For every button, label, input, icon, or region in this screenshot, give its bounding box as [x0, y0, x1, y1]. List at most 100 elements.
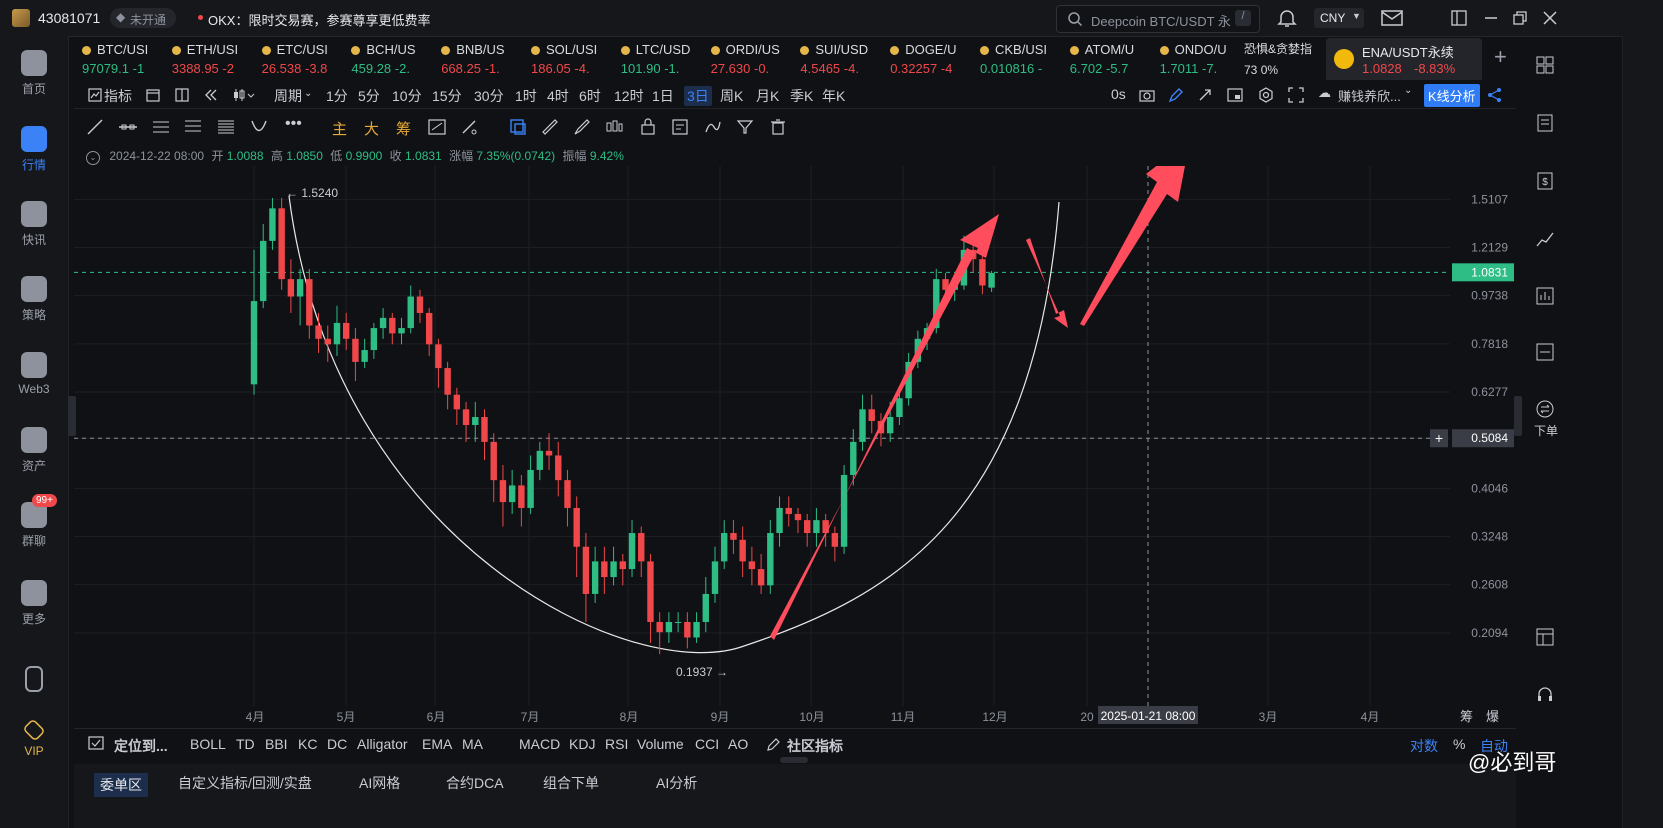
indicator-kc[interactable]: KC: [298, 736, 317, 752]
minimize-icon[interactable]: [1483, 10, 1499, 26]
timeframe-6[interactable]: 1时: [515, 86, 537, 106]
timeframe-4[interactable]: 15分: [432, 86, 462, 106]
axis-corner-button[interactable]: 筹: [1460, 709, 1473, 724]
collapse-icon[interactable]: ⌄: [86, 151, 100, 165]
candlestick-chart[interactable]: ← 1.5240 0.1937 → 1.5107 1.2129 0.9738 0.7818…: [74, 166, 1516, 728]
indicator-macd[interactable]: MACD: [519, 736, 560, 752]
indicator-kdj[interactable]: KDJ: [569, 736, 595, 752]
layout-panel-icon[interactable]: [1536, 628, 1554, 646]
indicator-alligator[interactable]: Alligator: [357, 736, 408, 752]
timeframe-15[interactable]: 年K: [822, 86, 845, 106]
nav-robot[interactable]: 策略: [0, 276, 68, 323]
support-icon[interactable]: [1536, 686, 1554, 704]
nav-more[interactable]: 更多: [0, 580, 68, 627]
right-collapse-handle[interactable]: [1514, 396, 1522, 436]
camera-icon[interactable]: [1139, 88, 1155, 102]
indicator-rsi[interactable]: RSI: [605, 736, 628, 752]
timeframe-8[interactable]: 6时: [579, 86, 601, 106]
magnet-icon[interactable]: [509, 118, 527, 136]
fear-greed-widget[interactable]: 恐惧&贪婪指 73 0%: [1244, 40, 1324, 80]
add-tab-button[interactable]: +: [1494, 44, 1507, 70]
bottom-tab-3[interactable]: 合约DCA: [446, 773, 504, 793]
bar-chart-icon[interactable]: [1536, 287, 1554, 305]
timeframe-2[interactable]: 5分: [358, 86, 380, 106]
template-icon[interactable]: [1227, 87, 1243, 103]
indicator-boll[interactable]: BOLL: [190, 736, 226, 752]
layout-icon[interactable]: [175, 88, 189, 102]
bottom-tab-1[interactable]: 自定义指标/回测/实盘: [178, 773, 312, 793]
indicator-ma[interactable]: MA: [462, 736, 483, 752]
parallel-channel-icon[interactable]: [152, 118, 170, 136]
trash-icon[interactable]: [769, 118, 787, 136]
settings-icon[interactable]: [1258, 87, 1274, 103]
percent-toggle[interactable]: %: [1453, 736, 1465, 752]
nav-home[interactable]: 首页: [0, 50, 68, 97]
indicator-select[interactable]: ☁ 赚钱养欣... ⌄: [1318, 84, 1414, 104]
nav-chat[interactable]: 群聊 99+: [0, 494, 68, 549]
locate-icon[interactable]: [88, 735, 104, 751]
share-icon[interactable]: [1487, 87, 1503, 103]
timeframe-5[interactable]: 30分: [474, 86, 504, 106]
indicator-bbi[interactable]: BBI: [265, 736, 288, 752]
main-chart-tool[interactable]: 主: [332, 118, 347, 139]
chart-type-icon[interactable]: [233, 88, 255, 102]
bottom-tab-2[interactable]: AI网格: [359, 773, 400, 793]
up-arrow-drawing[interactable]: [1080, 166, 1190, 326]
kline-analysis-button[interactable]: K线分析: [1424, 84, 1480, 107]
order-switch-icon[interactable]: [1536, 400, 1554, 418]
timeframe-12[interactable]: 周K: [720, 86, 743, 106]
order-label[interactable]: 下单: [1534, 422, 1558, 439]
nav-web3[interactable]: Web3: [0, 352, 68, 396]
candle-tool-icon[interactable]: [605, 118, 623, 136]
timeframe-11[interactable]: 3日: [684, 86, 712, 106]
replay-icon[interactable]: [204, 88, 218, 102]
orderbook-icon[interactable]: [1536, 114, 1554, 132]
indicator-icon[interactable]: [88, 88, 102, 102]
down-arrow-drawing[interactable]: [1026, 238, 1068, 328]
account-badge[interactable]: ◆ 未开通: [110, 8, 176, 28]
fib-icon[interactable]: [184, 118, 202, 136]
calendar-icon[interactable]: [146, 88, 160, 102]
nav-vip[interactable]: VIP: [0, 718, 68, 758]
timeframe-14[interactable]: 季K: [790, 86, 813, 106]
bottom-tab-5[interactable]: AI分析: [656, 773, 697, 793]
arc-icon[interactable]: [250, 118, 268, 136]
timeframe-7[interactable]: 4时: [547, 86, 569, 106]
timeframe-10[interactable]: 1日: [652, 86, 674, 106]
filter-icon[interactable]: [736, 118, 754, 136]
edit-indicator-icon[interactable]: [766, 738, 780, 752]
period-menu[interactable]: 周期: [274, 86, 302, 106]
chip-tool[interactable]: 筹: [396, 118, 411, 139]
ruler-icon[interactable]: [541, 118, 559, 136]
community-indicator-button[interactable]: 社区指标: [787, 736, 843, 756]
timeframe-13[interactable]: 月K: [756, 86, 779, 106]
more-tools-icon[interactable]: •••: [285, 115, 302, 133]
replay-tool-icon[interactable]: [428, 118, 446, 136]
ray-icon[interactable]: [118, 118, 138, 136]
indicator-dc[interactable]: DC: [327, 736, 347, 752]
dollar-icon[interactable]: $: [1536, 172, 1554, 190]
nav-wallet[interactable]: 资产: [0, 427, 68, 474]
panel-handle[interactable]: [780, 757, 808, 763]
eraser-tool-icon[interactable]: [460, 118, 478, 136]
big-order-tool[interactable]: 大: [364, 118, 379, 139]
etf-icon[interactable]: [1536, 343, 1554, 361]
notice-text[interactable]: OKX：限时交易赛，参赛尊享更低费率: [208, 10, 430, 29]
indicator-ao[interactable]: AO: [728, 736, 748, 752]
mail-icon[interactable]: [1381, 9, 1403, 27]
search-box[interactable]: Deepcoin BTC/USDT 永续 /: [1056, 5, 1260, 33]
bottom-tab-4[interactable]: 组合下单: [543, 773, 599, 793]
nav-market[interactable]: 行情: [0, 126, 68, 173]
curve-icon[interactable]: [704, 118, 722, 136]
pen-icon[interactable]: [1168, 87, 1184, 103]
trendline-icon[interactable]: [86, 118, 104, 136]
cup-drawing[interactable]: [288, 195, 1060, 654]
axis-corner-button[interactable]: 爆: [1486, 709, 1499, 724]
restore-icon[interactable]: [1512, 10, 1528, 26]
select-icon[interactable]: [1197, 87, 1213, 103]
bell-icon[interactable]: [1277, 8, 1297, 28]
indicator-td[interactable]: TD: [236, 736, 255, 752]
indicator-ema[interactable]: EMA: [422, 736, 452, 752]
account-id[interactable]: 43081071: [38, 10, 100, 26]
active-pair-tab[interactable]: ENA/USDT永续 1.0828 -8.83%: [1326, 38, 1482, 80]
